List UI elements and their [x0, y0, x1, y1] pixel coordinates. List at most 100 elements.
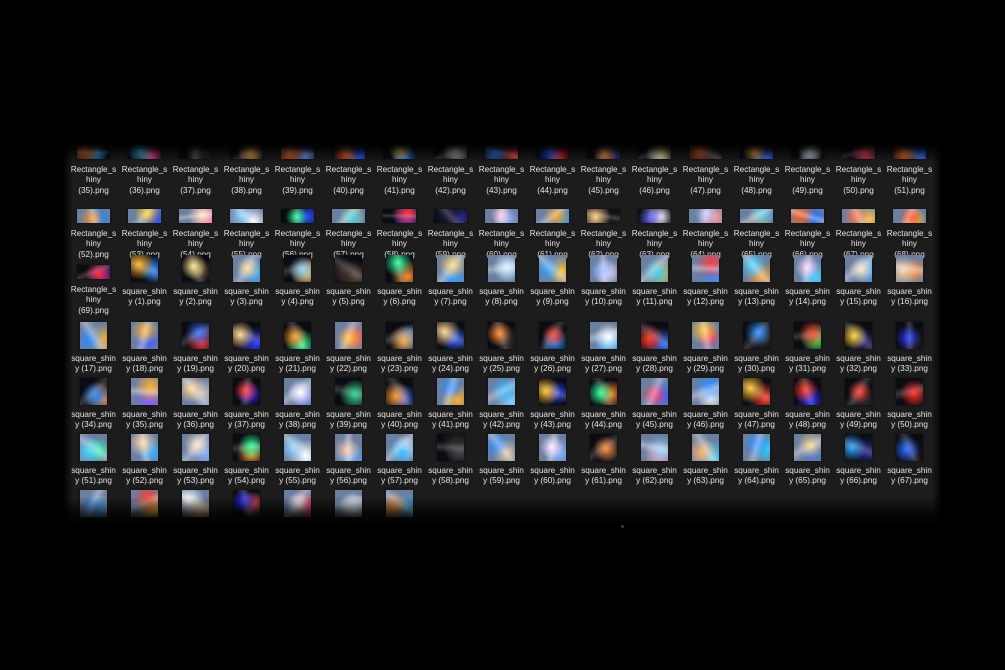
- thumbnail-shine: [182, 434, 209, 461]
- thumbnail-shine: [80, 378, 107, 405]
- thumbnail-shine: [230, 209, 263, 223]
- file-thumbnail: [386, 255, 413, 282]
- file-thumbnail: [80, 490, 107, 517]
- file-thumbnail: [845, 378, 872, 405]
- thumbnail-shine: [233, 434, 260, 461]
- file-thumbnail: [692, 378, 719, 405]
- file-thumbnail: [233, 434, 260, 461]
- file-thumbnail: [131, 255, 158, 282]
- file-thumbnail: [179, 145, 212, 159]
- file-thumbnail: [638, 145, 671, 159]
- file-thumbnail: [233, 255, 260, 282]
- file-thumbnail: [896, 378, 923, 405]
- file-thumbnail: [845, 434, 872, 461]
- file-thumbnail: [896, 434, 923, 461]
- thumbnail-shine: [77, 265, 110, 279]
- thumbnail-shine: [485, 145, 518, 159]
- file-thumbnail: [386, 322, 413, 349]
- file-thumbnail: [893, 145, 926, 159]
- file-thumbnail: [230, 145, 263, 159]
- file-thumbnail: [335, 378, 362, 405]
- file-thumbnail: [233, 322, 260, 349]
- file-thumbnail: [590, 378, 617, 405]
- file-thumbnail: [179, 209, 212, 223]
- file-explorer-view[interactable]: Rectangle_s hiny (35).png Rectangle_s hin…: [63, 140, 942, 525]
- file-thumbnail: [488, 434, 515, 461]
- file-thumbnail: [284, 490, 311, 517]
- file-thumbnail: [641, 322, 668, 349]
- thumbnail-shine: [383, 145, 416, 159]
- thumbnail-shine: [332, 209, 365, 223]
- file-thumbnail: [77, 209, 110, 223]
- thumbnail-shine: [335, 490, 362, 517]
- thumbnail-shine: [80, 490, 107, 517]
- scroll-indicator[interactable]: [621, 525, 624, 528]
- thumbnail-shine: [386, 490, 413, 517]
- file-name-label: square_shin y (33).png: [887, 354, 932, 374]
- thumbnail-shine: [335, 255, 362, 282]
- thumbnail-shine: [335, 434, 362, 461]
- file-thumbnail: [791, 145, 824, 159]
- file-thumbnail: [539, 322, 566, 349]
- file-thumbnail: [536, 145, 569, 159]
- thumbnail-shine: [590, 255, 617, 282]
- thumbnail-shine: [131, 322, 158, 349]
- thumbnail-shine: [641, 434, 668, 461]
- thumbnail-shine: [335, 322, 362, 349]
- thumbnail-shine: [893, 209, 926, 223]
- thumbnail-shine: [536, 145, 569, 159]
- file-thumbnail: [485, 145, 518, 159]
- thumbnail-shine: [386, 255, 413, 282]
- file-thumbnail: [488, 255, 515, 282]
- thumbnail-shine: [692, 255, 719, 282]
- thumbnail-shine: [383, 209, 416, 223]
- file-thumbnail: [743, 378, 770, 405]
- thumbnail-shine: [80, 322, 107, 349]
- thumbnail-shine: [539, 434, 566, 461]
- thumbnail-shine: [740, 209, 773, 223]
- file-name-label: square_shin y (50).png: [887, 410, 932, 430]
- file-thumbnail: [80, 434, 107, 461]
- file-thumbnail: [791, 209, 824, 223]
- thumbnail-shine: [842, 145, 875, 159]
- thumbnail-shine: [536, 209, 569, 223]
- file-thumbnail: [740, 209, 773, 223]
- thumbnail-shine: [281, 145, 314, 159]
- thumbnail-shine: [131, 434, 158, 461]
- file-thumbnail: [386, 490, 413, 517]
- thumbnail-shine: [437, 322, 464, 349]
- file-name-label: Rectangle_s hiny (51).png: [886, 165, 933, 195]
- thumbnail-shine: [743, 434, 770, 461]
- thumbnail-shine: [80, 434, 107, 461]
- file-thumbnail: [284, 322, 311, 349]
- thumbnail-shine: [794, 322, 821, 349]
- file-thumbnail: [383, 209, 416, 223]
- file-thumbnail: [539, 434, 566, 461]
- file-thumbnail: [284, 434, 311, 461]
- thumbnail-shine: [434, 145, 467, 159]
- file-thumbnail: [233, 490, 260, 517]
- file-thumbnail: [740, 145, 773, 159]
- thumbnail-shine: [128, 145, 161, 159]
- thumbnail-shine: [233, 490, 260, 517]
- thumbnail-shine: [896, 255, 923, 282]
- thumbnail-shine: [182, 255, 209, 282]
- file-thumbnail: [587, 145, 620, 159]
- thumbnail-shine: [488, 322, 515, 349]
- file-thumbnail: [692, 434, 719, 461]
- thumbnail-shine: [689, 209, 722, 223]
- thumbnail-shine: [896, 378, 923, 405]
- thumbnail-shine: [332, 145, 365, 159]
- thumbnail-shine: [281, 209, 314, 223]
- thumbnail-shine: [284, 378, 311, 405]
- file-thumbnail: [692, 255, 719, 282]
- file-thumbnail: [638, 209, 671, 223]
- thumbnail-shine: [386, 434, 413, 461]
- file-thumbnail: [485, 209, 518, 223]
- file-thumbnail: [641, 255, 668, 282]
- file-thumbnail: [689, 209, 722, 223]
- file-thumbnail: [590, 322, 617, 349]
- file-thumbnail: [335, 255, 362, 282]
- file-thumbnail: [335, 490, 362, 517]
- file-thumbnail: [284, 255, 311, 282]
